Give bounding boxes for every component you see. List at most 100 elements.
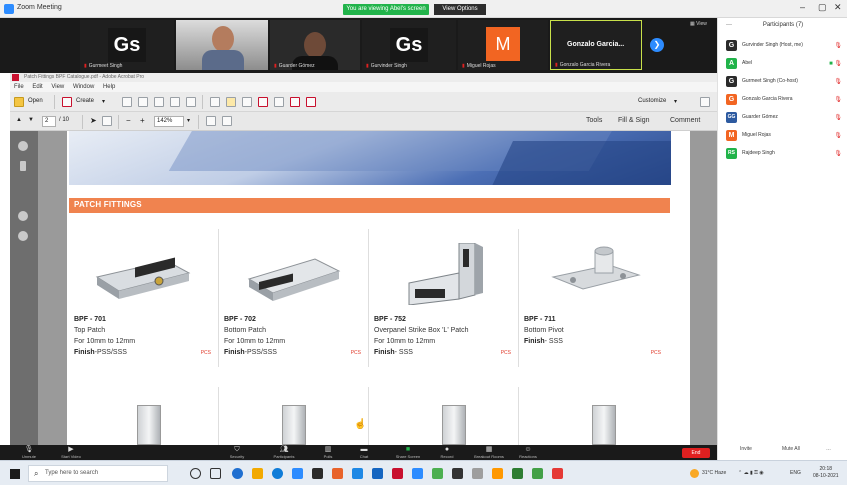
mic-muted-icon[interactable]: 🎙︎ [834,114,842,121]
participant-item[interactable]: RS Rajdeep Singh 🎙︎ [724,146,846,162]
language-indicator[interactable]: ENG [790,470,801,476]
participant-item[interactable]: G Gurmeet Singh (Co-host) 🎙︎ [724,74,846,90]
cortana-icon[interactable] [190,468,201,479]
excel-icon[interactable] [512,468,523,479]
more-icon[interactable]: … [826,446,831,452]
edit-icon[interactable] [170,97,180,107]
select-cursor-icon[interactable]: ➤ [90,116,97,125]
app-icon[interactable] [532,468,543,479]
store-icon[interactable] [292,468,303,479]
participant-item[interactable]: GG Guarder Gómez 🎙︎ [724,110,846,126]
breakout-rooms-button[interactable]: ▦ Breakout Rooms [466,446,512,459]
gear-icon[interactable] [210,97,220,107]
polls-button[interactable]: ▥ Polls [316,446,340,459]
chevron-down-icon[interactable]: ▾ [674,98,677,105]
participant-tile[interactable]: Gs ▮ Gurmeet Singh [80,20,174,70]
participant-tile-active[interactable]: Gonzalo Garcia... ▮ Gonzalo Garcia Rivera [550,20,642,70]
share-screen-button[interactable]: ■ Share Screen [388,446,428,459]
mic-muted-icon[interactable]: 🎙︎ [834,78,842,85]
page-number-input[interactable]: 2 [42,116,56,127]
zoom-taskbar-icon[interactable] [412,468,423,479]
chat-button[interactable]: ▬ Chat [352,446,376,459]
participant-item[interactable]: G Gurvinder Singh (Host, me) 🎙︎ [724,38,846,54]
view-button[interactable]: ▦ View [690,21,707,27]
participant-tile[interactable]: M ▮ Miguel Rojas [458,20,548,70]
minimize-icon[interactable]: – [800,2,805,12]
comment-tab[interactable]: Comment [670,117,700,124]
highlight-icon[interactable] [242,97,252,107]
weather-text[interactable]: 31°C Haze [702,470,726,476]
next-page-icon[interactable]: ▼ [28,117,34,123]
export-icon[interactable] [290,97,300,107]
app-icon[interactable] [472,468,483,479]
chevron-down-icon[interactable]: ▾ [187,117,190,124]
menu-file[interactable]: File [14,84,24,90]
end-meeting-button[interactable]: End [682,448,710,458]
print-icon[interactable] [138,97,148,107]
hand-tool-icon[interactable] [102,116,112,126]
comment-icon[interactable] [226,97,236,107]
collapse-icon[interactable]: — [726,22,732,28]
menu-help[interactable]: Help [103,84,115,90]
page-icon[interactable] [274,97,284,107]
prev-page-icon[interactable]: ▲ [16,117,22,123]
file-explorer-icon[interactable] [252,468,263,479]
start-video-button[interactable]: ▶ Start Video [54,446,88,459]
mic-muted-icon[interactable]: 🎙︎ [834,42,842,49]
app-icon[interactable] [432,468,443,479]
chrome-icon[interactable] [232,468,243,479]
maximize-icon[interactable]: ▢ [818,2,827,13]
tools-tab[interactable]: Tools [586,117,602,124]
participant-item[interactable]: A Abel ■ 🎙︎ [724,56,846,72]
menu-edit[interactable]: Edit [32,84,42,90]
attachment-icon[interactable] [18,211,28,221]
participant-tile[interactable]: Gs ▮ Gurvinder Singh [362,20,456,70]
security-button[interactable]: ⛉ Security [222,446,252,459]
pages-icon[interactable] [18,141,28,151]
mail-icon[interactable] [352,468,363,479]
combine-icon[interactable] [306,97,316,107]
bookmark-icon[interactable] [20,161,26,171]
participant-tile[interactable]: ▮ Guarder Gómez [270,20,360,70]
task-view-icon[interactable] [210,468,221,479]
app-icon[interactable] [552,468,563,479]
view-options-button[interactable]: View Options [434,4,486,15]
stamp-icon[interactable] [258,97,268,107]
app-icon[interactable] [492,468,503,479]
edge-icon[interactable] [272,468,283,479]
email-icon[interactable] [186,97,196,107]
create-pdf-icon[interactable] [62,97,72,107]
weather-icon[interactable] [690,469,699,478]
record-button[interactable]: ● Record [432,446,462,459]
tray-icons[interactable]: ⌃ ☁ ▮ ⚿ ◉ [738,470,764,476]
next-page-icon[interactable]: ❯ [650,38,664,52]
close-icon[interactable]: ✕ [834,2,842,13]
participant-item[interactable]: G Gonzalo Garcia Rivera 🎙︎ [724,92,846,108]
expand-icon[interactable] [700,97,710,107]
mic-muted-icon[interactable]: 🎙︎ [834,150,842,157]
open-button[interactable]: Open [28,98,43,104]
zoom-in-icon[interactable]: + [140,116,145,125]
chevron-down-icon[interactable]: ▾ [102,98,105,105]
participant-tile[interactable] [176,20,268,70]
menu-view[interactable]: View [51,84,64,90]
unmute-button[interactable]: 🎙︎ Unmute [14,446,44,459]
app-icon[interactable] [312,468,323,479]
clock[interactable]: 20:18 08-10-2021 [813,466,839,480]
fill-sign-tab[interactable]: Fill & Sign [618,117,650,124]
save-icon[interactable] [122,97,132,107]
layers-icon[interactable] [18,231,28,241]
folder-icon[interactable] [14,97,24,107]
mic-muted-icon[interactable]: 🎙︎ [834,96,842,103]
acrobat-taskbar-icon[interactable] [392,468,403,479]
zoom-out-icon[interactable]: − [126,116,131,125]
fit-page-icon[interactable] [206,116,216,126]
fit-width-icon[interactable] [222,116,232,126]
zoom-level-input[interactable]: 142% [154,116,184,127]
document-area[interactable]: PATCH FITTINGS BPF - 701 Top Patch For 1… [38,131,717,445]
mic-muted-icon[interactable]: 🎙︎ [834,132,842,139]
customize-button[interactable]: Customize [638,98,666,104]
printer-icon[interactable] [154,97,164,107]
app-icon[interactable] [332,468,343,479]
invite-button[interactable]: Invite [740,446,752,452]
